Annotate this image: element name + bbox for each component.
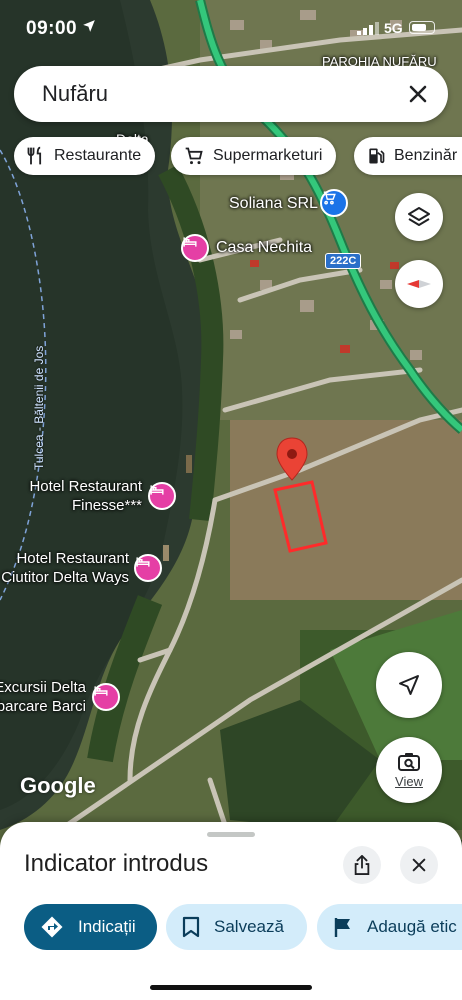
place-sheet[interactable]: Indicator introdus Indicații Salvează Ad… bbox=[0, 822, 462, 1000]
home-indicator[interactable] bbox=[150, 985, 312, 990]
label-hotel-finesse[interactable]: Hotel Restaurant Finesse*** bbox=[14, 478, 142, 514]
navigation-arrow-icon bbox=[399, 675, 419, 695]
search-bar[interactable]: Nufăru bbox=[14, 66, 448, 122]
label-line: Ciutitor Delta Ways bbox=[1, 569, 129, 586]
add-label-text: Adaugă etic bbox=[367, 917, 457, 936]
bookmark-icon bbox=[182, 916, 200, 938]
label-line: Hotel Restaurant bbox=[16, 550, 129, 567]
google-logo: Google bbox=[20, 773, 96, 798]
fork-knife-icon bbox=[27, 146, 42, 165]
directions-button[interactable]: Indicații bbox=[24, 904, 157, 950]
battery-icon bbox=[409, 21, 435, 34]
label-soliana[interactable]: Soliana SRL bbox=[229, 195, 318, 213]
location-arrow-icon bbox=[83, 20, 95, 32]
hotel-pin-icon[interactable] bbox=[181, 234, 209, 262]
add-label-button[interactable]: Adaugă etic bbox=[317, 904, 462, 950]
chip-restaurante[interactable]: Restaurante bbox=[14, 137, 156, 175]
close-icon[interactable] bbox=[406, 82, 430, 106]
signal-icon bbox=[357, 22, 379, 35]
search-query[interactable]: Nufăru bbox=[42, 81, 108, 107]
chip-label: Benzinăr bbox=[394, 147, 458, 164]
road-shield: 222C bbox=[325, 253, 362, 269]
label-hotel-delta-ways[interactable]: Hotel Restaurant Ciutitor Delta Ways bbox=[0, 550, 129, 586]
layers-button[interactable] bbox=[395, 193, 443, 241]
label-line: Excursii Delta bbox=[0, 679, 86, 696]
status-bar: 09:00 5G bbox=[0, 0, 462, 56]
river-label: Tulcea - Băltenii de Jos bbox=[32, 345, 46, 470]
chip-label: Restaurante bbox=[54, 147, 142, 164]
flag-icon bbox=[334, 918, 350, 937]
compass-button[interactable] bbox=[395, 260, 443, 308]
cart-icon bbox=[185, 147, 203, 165]
directions-label: Indicații bbox=[78, 917, 136, 936]
save-label: Salvează bbox=[214, 917, 284, 936]
hotel-pin-icon[interactable] bbox=[92, 683, 120, 711]
save-button[interactable]: Salvează bbox=[166, 904, 307, 950]
chip-label: Supermarketuri bbox=[213, 147, 323, 164]
view-label: View bbox=[395, 773, 423, 789]
close-sheet-button[interactable] bbox=[400, 846, 438, 884]
close-icon bbox=[412, 858, 426, 872]
directions-icon bbox=[41, 916, 63, 938]
fuel-icon bbox=[369, 148, 385, 164]
street-view-button[interactable]: View bbox=[376, 737, 442, 803]
camera-search-icon bbox=[398, 752, 420, 771]
status-time: 09:00 bbox=[26, 18, 78, 39]
share-icon bbox=[354, 855, 370, 875]
label-line: Îmbarcare Barci bbox=[0, 698, 86, 715]
label-line: Hotel Restaurant bbox=[29, 478, 142, 495]
label-casa-nechita[interactable]: Casa Nechita bbox=[216, 239, 312, 257]
my-location-button[interactable] bbox=[376, 652, 442, 718]
label-line: Finesse*** bbox=[71, 497, 142, 514]
share-button[interactable] bbox=[343, 846, 381, 884]
drag-handle[interactable] bbox=[207, 832, 255, 837]
place-title: Indicator introdus bbox=[24, 850, 209, 877]
chip-supermarketuri[interactable]: Supermarketuri bbox=[171, 137, 337, 175]
label-excursii-delta[interactable]: Excursii Delta Îmbarcare Barci bbox=[0, 679, 86, 715]
network-type: 5G bbox=[384, 20, 403, 36]
layers-icon bbox=[408, 207, 430, 226]
chip-benzinarii[interactable]: Benzinăr bbox=[354, 137, 462, 175]
hotel-pin-icon[interactable] bbox=[134, 554, 162, 582]
hotel-pin-icon[interactable] bbox=[148, 482, 176, 510]
supermarket-pin-icon[interactable] bbox=[320, 189, 348, 217]
compass-icon bbox=[407, 280, 431, 288]
